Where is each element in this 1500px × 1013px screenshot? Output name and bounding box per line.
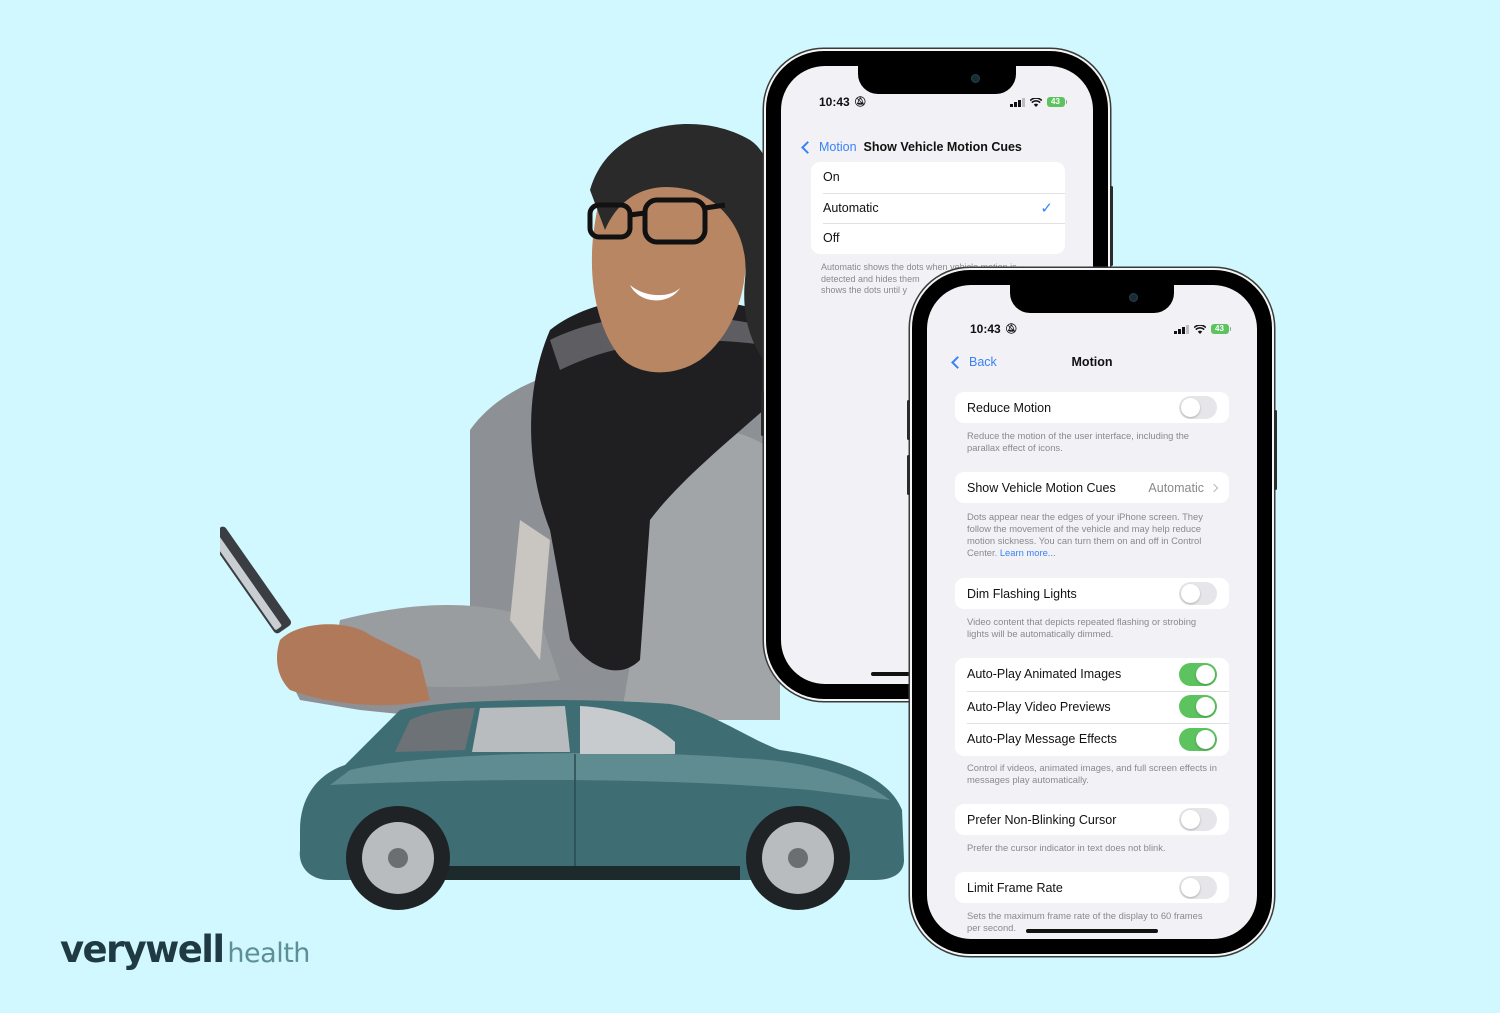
back-button[interactable]: Back (951, 355, 997, 369)
footnote: Reduce the motion of the user interface,… (967, 430, 1190, 453)
volume-button (907, 455, 910, 495)
nav-bar: Motion Show Vehicle Motion Cues (801, 140, 1071, 154)
footnote: Video content that depicts repeated flas… (967, 616, 1197, 639)
camera-icon (971, 74, 980, 83)
side-button (1274, 410, 1277, 490)
home-indicator (1026, 929, 1158, 933)
row-value: Automatic (1148, 480, 1204, 495)
auto-play-animated-images-row[interactable]: Auto-Play Animated Images (955, 658, 1229, 691)
row-label: Auto-Play Message Effects (967, 732, 1117, 747)
person-illustration (220, 124, 780, 720)
battery-icon: 43 (1210, 324, 1231, 334)
back-button[interactable]: Motion (801, 140, 857, 154)
row-label: Auto-Play Video Previews (967, 699, 1111, 714)
battery-level: 43 (1046, 97, 1065, 107)
car-skirt (440, 866, 740, 880)
volume-button (907, 400, 910, 440)
notch (858, 66, 1016, 94)
limit-frame-rate-row[interactable]: Limit Frame Rate (955, 872, 1229, 903)
status-bar: 10:43 🔕︎ 43 (819, 94, 1067, 110)
dim-flashing-lights-toggle[interactable] (1179, 582, 1217, 605)
page-title: Motion (1071, 355, 1113, 369)
car-illustration (299, 700, 904, 910)
verywell-health-logo: verywell health (60, 928, 310, 971)
chevron-right-icon (1209, 483, 1219, 492)
settings-group-reduce-motion: Reduce Motion (955, 392, 1229, 423)
auto-play-message-effects-toggle[interactable] (1179, 727, 1217, 751)
status-bar: 10:43 🔕︎ 43 (970, 321, 1231, 337)
option-label: Off (823, 231, 840, 246)
settings-group-vehicle-motion: Show Vehicle Motion Cues Automatic (955, 472, 1229, 503)
clock: 10:43 (970, 322, 1001, 336)
nav-bar: Back Motion (951, 355, 1231, 369)
dim-flashing-lights-row[interactable]: Dim Flashing Lights (955, 578, 1229, 609)
auto-play-message-effects-row[interactable]: Auto-Play Message Effects (955, 723, 1229, 756)
cellular-signal-icon (1174, 324, 1189, 334)
option-automatic[interactable]: Automatic ✓ (811, 192, 1065, 224)
battery-level: 43 (1210, 324, 1229, 334)
settings-group-cursor: Prefer Non-Blinking Cursor (955, 804, 1229, 835)
logo-primary: verywell (60, 928, 225, 971)
chevron-left-icon (801, 140, 814, 154)
volume-button (761, 391, 764, 436)
chevron-left-icon (951, 355, 964, 369)
settings-group-dim-flashing: Dim Flashing Lights (955, 578, 1229, 609)
option-label: Automatic (823, 200, 879, 215)
rear-wheel (346, 806, 450, 910)
handheld-phone (220, 526, 292, 634)
notch (1010, 285, 1174, 313)
prefer-non-blinking-cursor-toggle[interactable] (1179, 808, 1217, 831)
settings-group-auto-play: Auto-Play Animated Images Auto-Play Vide… (955, 658, 1229, 756)
front-wheel (746, 806, 850, 910)
option-off[interactable]: Off (811, 223, 1065, 254)
row-label: Limit Frame Rate (967, 880, 1063, 895)
option-label: On (823, 170, 840, 185)
auto-play-animated-images-toggle[interactable] (1179, 662, 1217, 686)
row-label: Dim Flashing Lights (967, 586, 1077, 601)
auto-play-video-previews-toggle[interactable] (1179, 695, 1217, 719)
limit-frame-rate-toggle[interactable] (1179, 876, 1217, 899)
front-phone-screen: 10:43 🔕︎ 43 Back Motion Reduce Motion Re… (927, 285, 1257, 939)
page-title: Show Vehicle Motion Cues (863, 140, 1022, 154)
bell-slash-icon: 🔕︎ (1004, 323, 1018, 335)
battery-icon: 43 (1046, 97, 1067, 107)
clock: 10:43 (819, 95, 850, 109)
footnote: Control if videos, animated images, and … (967, 762, 1217, 785)
row-label: Auto-Play Animated Images (967, 667, 1122, 682)
bell-slash-icon: 🔕︎ (853, 96, 867, 108)
row-label: Show Vehicle Motion Cues (967, 480, 1116, 495)
reduce-motion-row[interactable]: Reduce Motion (955, 392, 1229, 423)
footnote: Prefer the cursor indicator in text does… (967, 842, 1166, 853)
row-label: Reduce Motion (967, 400, 1052, 415)
back-label: Motion (819, 140, 857, 154)
option-on[interactable]: On (811, 162, 1065, 193)
row-label: Prefer Non-Blinking Cursor (967, 812, 1117, 827)
logo-secondary: health (227, 938, 310, 969)
wifi-icon (1193, 324, 1206, 334)
prefer-non-blinking-cursor-row[interactable]: Prefer Non-Blinking Cursor (955, 804, 1229, 835)
settings-group-frame-rate: Limit Frame Rate (955, 872, 1229, 903)
footnote: Dots appear near the edges of your iPhon… (967, 511, 1217, 559)
reduce-motion-toggle[interactable] (1179, 396, 1217, 419)
side-button (1110, 186, 1113, 266)
cellular-signal-icon (1010, 97, 1025, 107)
show-vehicle-motion-cues-row[interactable]: Show Vehicle Motion Cues Automatic (955, 472, 1229, 503)
checkmark-icon: ✓ (1040, 199, 1053, 217)
front-phone: 10:43 🔕︎ 43 Back Motion Reduce Motion Re… (907, 270, 1277, 954)
wifi-icon (1029, 97, 1042, 107)
auto-play-video-previews-row[interactable]: Auto-Play Video Previews (955, 690, 1229, 724)
options-list: On Automatic ✓ Off (811, 162, 1065, 254)
camera-icon (1129, 293, 1138, 302)
back-label: Back (969, 355, 997, 369)
car-window-middle (472, 706, 570, 752)
learn-more-link[interactable]: Learn more... (1000, 547, 1056, 558)
